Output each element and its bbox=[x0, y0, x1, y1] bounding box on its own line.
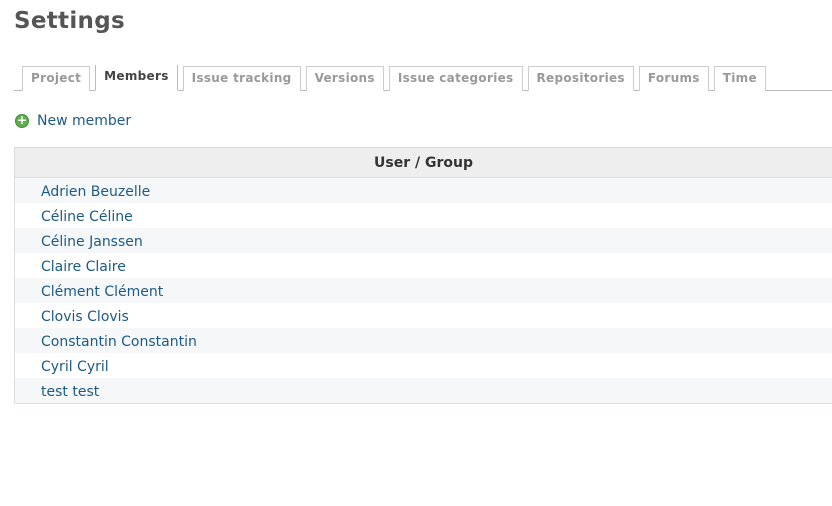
member-link[interactable]: Constantin Constantin bbox=[41, 334, 197, 350]
member-link[interactable]: Clément Clément bbox=[41, 284, 163, 300]
table-row: Céline Janssen bbox=[15, 228, 832, 253]
table-row: Cyril Cyril bbox=[15, 353, 832, 378]
table-row: Adrien Beuzelle bbox=[15, 178, 832, 203]
user-group-column-header: User / Group bbox=[15, 148, 832, 178]
members-table: User / Group Adrien Beuzelle Céline Céli… bbox=[14, 147, 832, 404]
add-circle-icon: + bbox=[15, 113, 29, 128]
table-row: Clément Clément bbox=[15, 278, 832, 303]
member-link[interactable]: Adrien Beuzelle bbox=[41, 184, 150, 200]
new-member-label: New member bbox=[37, 113, 132, 129]
tab-versions[interactable]: Versions bbox=[305, 66, 384, 91]
member-link[interactable]: Clovis Clovis bbox=[41, 309, 129, 325]
member-link[interactable]: Cyril Cyril bbox=[41, 359, 109, 375]
table-row: Céline Céline bbox=[15, 203, 832, 228]
table-row: Clovis Clovis bbox=[15, 303, 832, 328]
tab-repositories[interactable]: Repositories bbox=[527, 66, 634, 91]
table-row: Claire Claire bbox=[15, 253, 832, 278]
member-link[interactable]: Céline Céline bbox=[41, 209, 133, 225]
table-row: test test bbox=[15, 378, 832, 403]
new-member-link[interactable]: + New member bbox=[15, 113, 131, 129]
tab-issue-categories[interactable]: Issue categories bbox=[388, 66, 523, 91]
tab-issue-tracking[interactable]: Issue tracking bbox=[182, 66, 301, 91]
tab-project[interactable]: Project bbox=[22, 66, 91, 91]
tab-time[interactable]: Time bbox=[713, 66, 766, 91]
settings-tabs: Project Members Issue tracking Versions … bbox=[22, 65, 832, 91]
members-rows: Adrien Beuzelle Céline Céline Céline Jan… bbox=[15, 178, 832, 403]
table-row: Constantin Constantin bbox=[15, 328, 832, 353]
member-link[interactable]: Claire Claire bbox=[41, 259, 126, 275]
page-title: Settings bbox=[14, 8, 125, 34]
member-link[interactable]: test test bbox=[41, 384, 99, 400]
tab-members[interactable]: Members bbox=[95, 65, 178, 91]
tab-forums[interactable]: Forums bbox=[638, 66, 709, 91]
member-link[interactable]: Céline Janssen bbox=[41, 234, 143, 250]
